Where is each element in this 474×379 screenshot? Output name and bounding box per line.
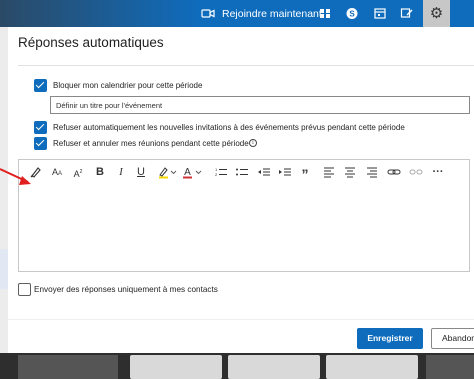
underlying-thumbnail [326, 355, 418, 379]
calendar-icon[interactable] [373, 7, 387, 20]
red-arrow-annotation [0, 168, 31, 185]
highlight-icon[interactable] [157, 165, 177, 179]
svg-text:A: A [184, 167, 191, 178]
font-size-icon[interactable]: AA [50, 165, 64, 179]
event-title-input-value: Définir un titre pour l'événement [56, 101, 163, 110]
decrease-indent-icon[interactable] [257, 165, 271, 179]
feedback-icon[interactable] [400, 7, 414, 20]
numbered-list-icon[interactable]: 12 [214, 165, 228, 179]
bold-icon[interactable]: B [94, 165, 106, 179]
svg-text:S: S [349, 10, 355, 19]
editor-toolbar: AA A2 B I U A 12 ” ··· [19, 160, 469, 184]
automatic-replies-dialog: Réponses automatiques Bloquer mon calend… [8, 27, 474, 353]
font-color-icon[interactable]: A [182, 165, 202, 179]
align-right-icon[interactable] [365, 165, 379, 179]
settings-button[interactable]: ⚙ [423, 0, 450, 27]
quote-icon[interactable]: ” [299, 165, 311, 182]
svg-text:2: 2 [215, 172, 218, 177]
more-icon[interactable]: ··· [431, 165, 445, 179]
top-bar-fade [0, 0, 200, 27]
increase-indent-icon[interactable] [278, 165, 292, 179]
bullet-list-icon[interactable] [235, 165, 249, 179]
underline-icon[interactable]: U [135, 165, 147, 179]
block-calendar-checkbox[interactable] [34, 79, 47, 92]
join-now-link[interactable]: Rejoindre maintenant [222, 8, 322, 20]
underlying-thumbnail [228, 355, 320, 379]
underlying-thumbnail [130, 355, 222, 379]
align-center-icon[interactable] [343, 165, 357, 179]
discard-button[interactable]: Abandonner [431, 328, 474, 349]
decline-new-invitations-checkbox[interactable] [34, 121, 47, 134]
divider [18, 65, 474, 66]
info-icon[interactable]: i [249, 139, 257, 147]
save-button[interactable]: Enregistrer [357, 328, 423, 349]
italic-icon[interactable]: I [115, 165, 127, 179]
grid-icon[interactable] [318, 7, 332, 20]
block-calendar-label: Bloquer mon calendrier pour cette périod… [53, 81, 203, 90]
app-top-bar: Rejoindre maintenant S ⚙ [0, 0, 474, 27]
underlying-page-bottom [0, 353, 474, 379]
video-icon[interactable] [201, 7, 215, 20]
unlink-icon [409, 165, 423, 179]
event-title-input[interactable]: Définir un titre pour l'événement [50, 96, 470, 114]
settings-gear-icon: ⚙ [429, 5, 444, 22]
contacts-only-checkbox[interactable] [18, 283, 31, 296]
footer-divider [8, 319, 474, 320]
underlying-thumbnail [18, 355, 118, 379]
decline-new-invitations-label: Refuser automatiquement les nouvelles in… [53, 123, 405, 132]
decline-cancel-meetings-label: Refuser et annuler mes réunions pendant … [53, 139, 249, 148]
superscript-icon[interactable]: A2 [71, 165, 85, 179]
contacts-only-label: Envoyer des réponses uniquement à mes co… [34, 285, 218, 294]
underlying-thumbnail [426, 355, 474, 379]
align-left-icon[interactable] [322, 165, 336, 179]
message-editor[interactable]: AA A2 B I U A 12 ” ··· [18, 159, 470, 272]
decline-cancel-meetings-checkbox[interactable] [34, 137, 47, 150]
link-icon[interactable] [387, 165, 401, 179]
dialog-title: Réponses automatiques [18, 35, 164, 50]
skype-icon[interactable]: S [345, 7, 359, 20]
